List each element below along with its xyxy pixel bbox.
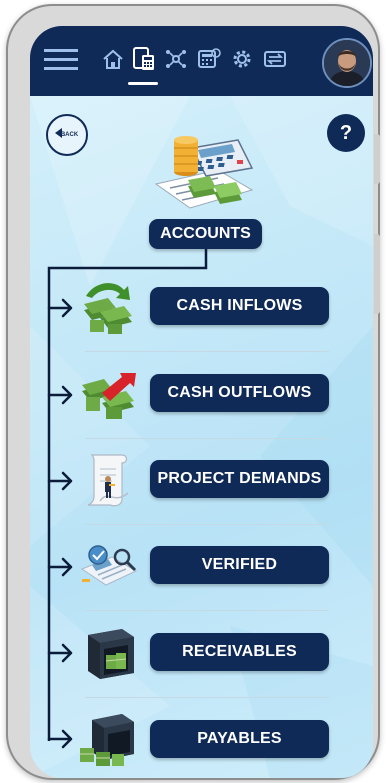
app-screen: BACK ? ACCOUNTS CASH INFLOWS CASH OUTFLO… bbox=[30, 26, 373, 778]
divider bbox=[85, 697, 329, 698]
payables-icon bbox=[80, 714, 134, 766]
cash-outflows-button[interactable]: CASH OUTFLOWS bbox=[150, 374, 329, 412]
payables-button[interactable]: PAYABLES bbox=[150, 720, 329, 758]
project-demands-button[interactable]: PROJECT DEMANDS bbox=[150, 460, 329, 498]
cash-inflows-button[interactable]: CASH INFLOWS bbox=[150, 287, 329, 325]
divider bbox=[85, 351, 329, 352]
verified-icon bbox=[80, 545, 138, 586]
receivables-icon bbox=[88, 629, 134, 679]
project-demands-icon bbox=[87, 454, 129, 507]
cash-outflows-icon bbox=[82, 373, 136, 419]
receivables-button[interactable]: RECEIVABLES bbox=[150, 633, 329, 671]
divider bbox=[85, 438, 329, 439]
divider bbox=[85, 524, 329, 525]
phone-frame: BACK ? ACCOUNTS CASH INFLOWS CASH OUTFLO… bbox=[6, 4, 380, 780]
verified-button[interactable]: VERIFIED bbox=[150, 546, 329, 584]
power-button bbox=[374, 234, 380, 314]
volume-button bbox=[374, 134, 380, 184]
divider bbox=[85, 610, 329, 611]
cash-inflows-icon bbox=[84, 283, 132, 334]
